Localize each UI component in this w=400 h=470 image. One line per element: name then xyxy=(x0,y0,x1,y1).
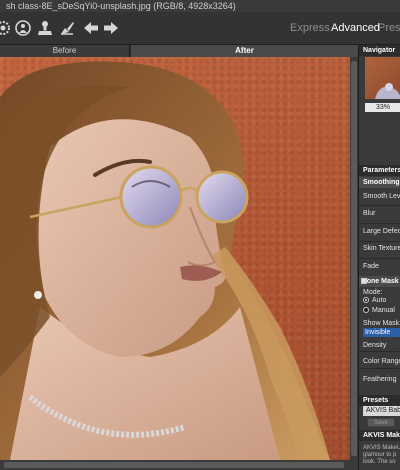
divider xyxy=(359,205,400,206)
presets-header: Presets xyxy=(359,395,400,406)
divider xyxy=(359,368,400,369)
portrait-photo xyxy=(0,61,330,460)
divider xyxy=(359,223,400,224)
smooth-level-label: Smooth Leve xyxy=(363,193,400,200)
run-icon[interactable] xyxy=(14,19,32,37)
tab-before[interactable]: Before xyxy=(0,45,130,57)
view-tabs: Before After xyxy=(0,45,358,57)
mode-presets[interactable]: Prese xyxy=(378,22,400,35)
color-range-label: Color Range xyxy=(363,358,400,365)
large-defects-label: Large Defect xyxy=(363,228,400,235)
navigator-header: Navigator xyxy=(359,45,400,56)
divider xyxy=(359,258,400,259)
mode-advanced[interactable]: Advanced xyxy=(331,22,380,35)
fade-label: Fade xyxy=(363,263,379,270)
smoothing-section[interactable]: Smoothing xyxy=(359,177,400,188)
vertical-scrollbar[interactable] xyxy=(350,57,358,460)
divider xyxy=(359,241,400,242)
mode-express[interactable]: Express xyxy=(290,22,330,35)
preset-select[interactable]: AKVIS Baby S xyxy=(363,406,400,416)
settings-panel: Navigator 33% Parameters Smoothing Smoot… xyxy=(358,45,400,470)
horizontal-scroll-thumb[interactable] xyxy=(4,462,344,468)
mode-auto-radio[interactable] xyxy=(363,297,369,303)
toolbar: Express Advanced Prese xyxy=(0,12,400,45)
undo-arrow-icon[interactable] xyxy=(82,19,100,37)
title-bar: sh class-8E_sDeSqYi0-unsplash.jpg (RGB/8… xyxy=(0,0,400,12)
blur-label: Blur xyxy=(363,210,376,217)
feathering-label: Feathering xyxy=(363,376,397,383)
save-preset-button[interactable]: Save xyxy=(367,418,395,427)
brush-icon[interactable] xyxy=(58,19,76,37)
info-line: look. The so xyxy=(363,459,396,465)
show-mask-select[interactable]: Invisible xyxy=(363,328,400,337)
gear-icon[interactable] xyxy=(0,19,12,37)
tone-mask-checkbox[interactable] xyxy=(361,278,367,284)
vertical-scroll-thumb[interactable] xyxy=(351,61,357,456)
window-title: sh class-8E_sDeSqYi0-unsplash.jpg (RGB/8… xyxy=(6,1,236,11)
density-label: Density xyxy=(363,342,387,349)
mode-manual-label: Manual xyxy=(372,307,395,314)
mode-auto-label: Auto xyxy=(372,297,387,304)
skin-texture-label: Skin Texture xyxy=(363,245,400,252)
divider xyxy=(359,351,400,352)
tab-after[interactable]: After xyxy=(131,45,358,57)
navigator-thumbnail[interactable] xyxy=(365,57,400,99)
image-canvas[interactable] xyxy=(0,57,350,460)
stamp-icon[interactable] xyxy=(36,19,54,37)
show-mask-label: Show Mask: xyxy=(363,320,400,327)
zoom-level[interactable]: 33% xyxy=(365,103,400,112)
parameters-header: Parameters xyxy=(359,165,400,176)
redo-arrow-icon[interactable] xyxy=(102,19,120,37)
info-header: AKVIS Make xyxy=(359,430,400,441)
horizontal-scrollbar[interactable] xyxy=(0,460,358,470)
mode-manual-radio[interactable] xyxy=(363,307,369,313)
